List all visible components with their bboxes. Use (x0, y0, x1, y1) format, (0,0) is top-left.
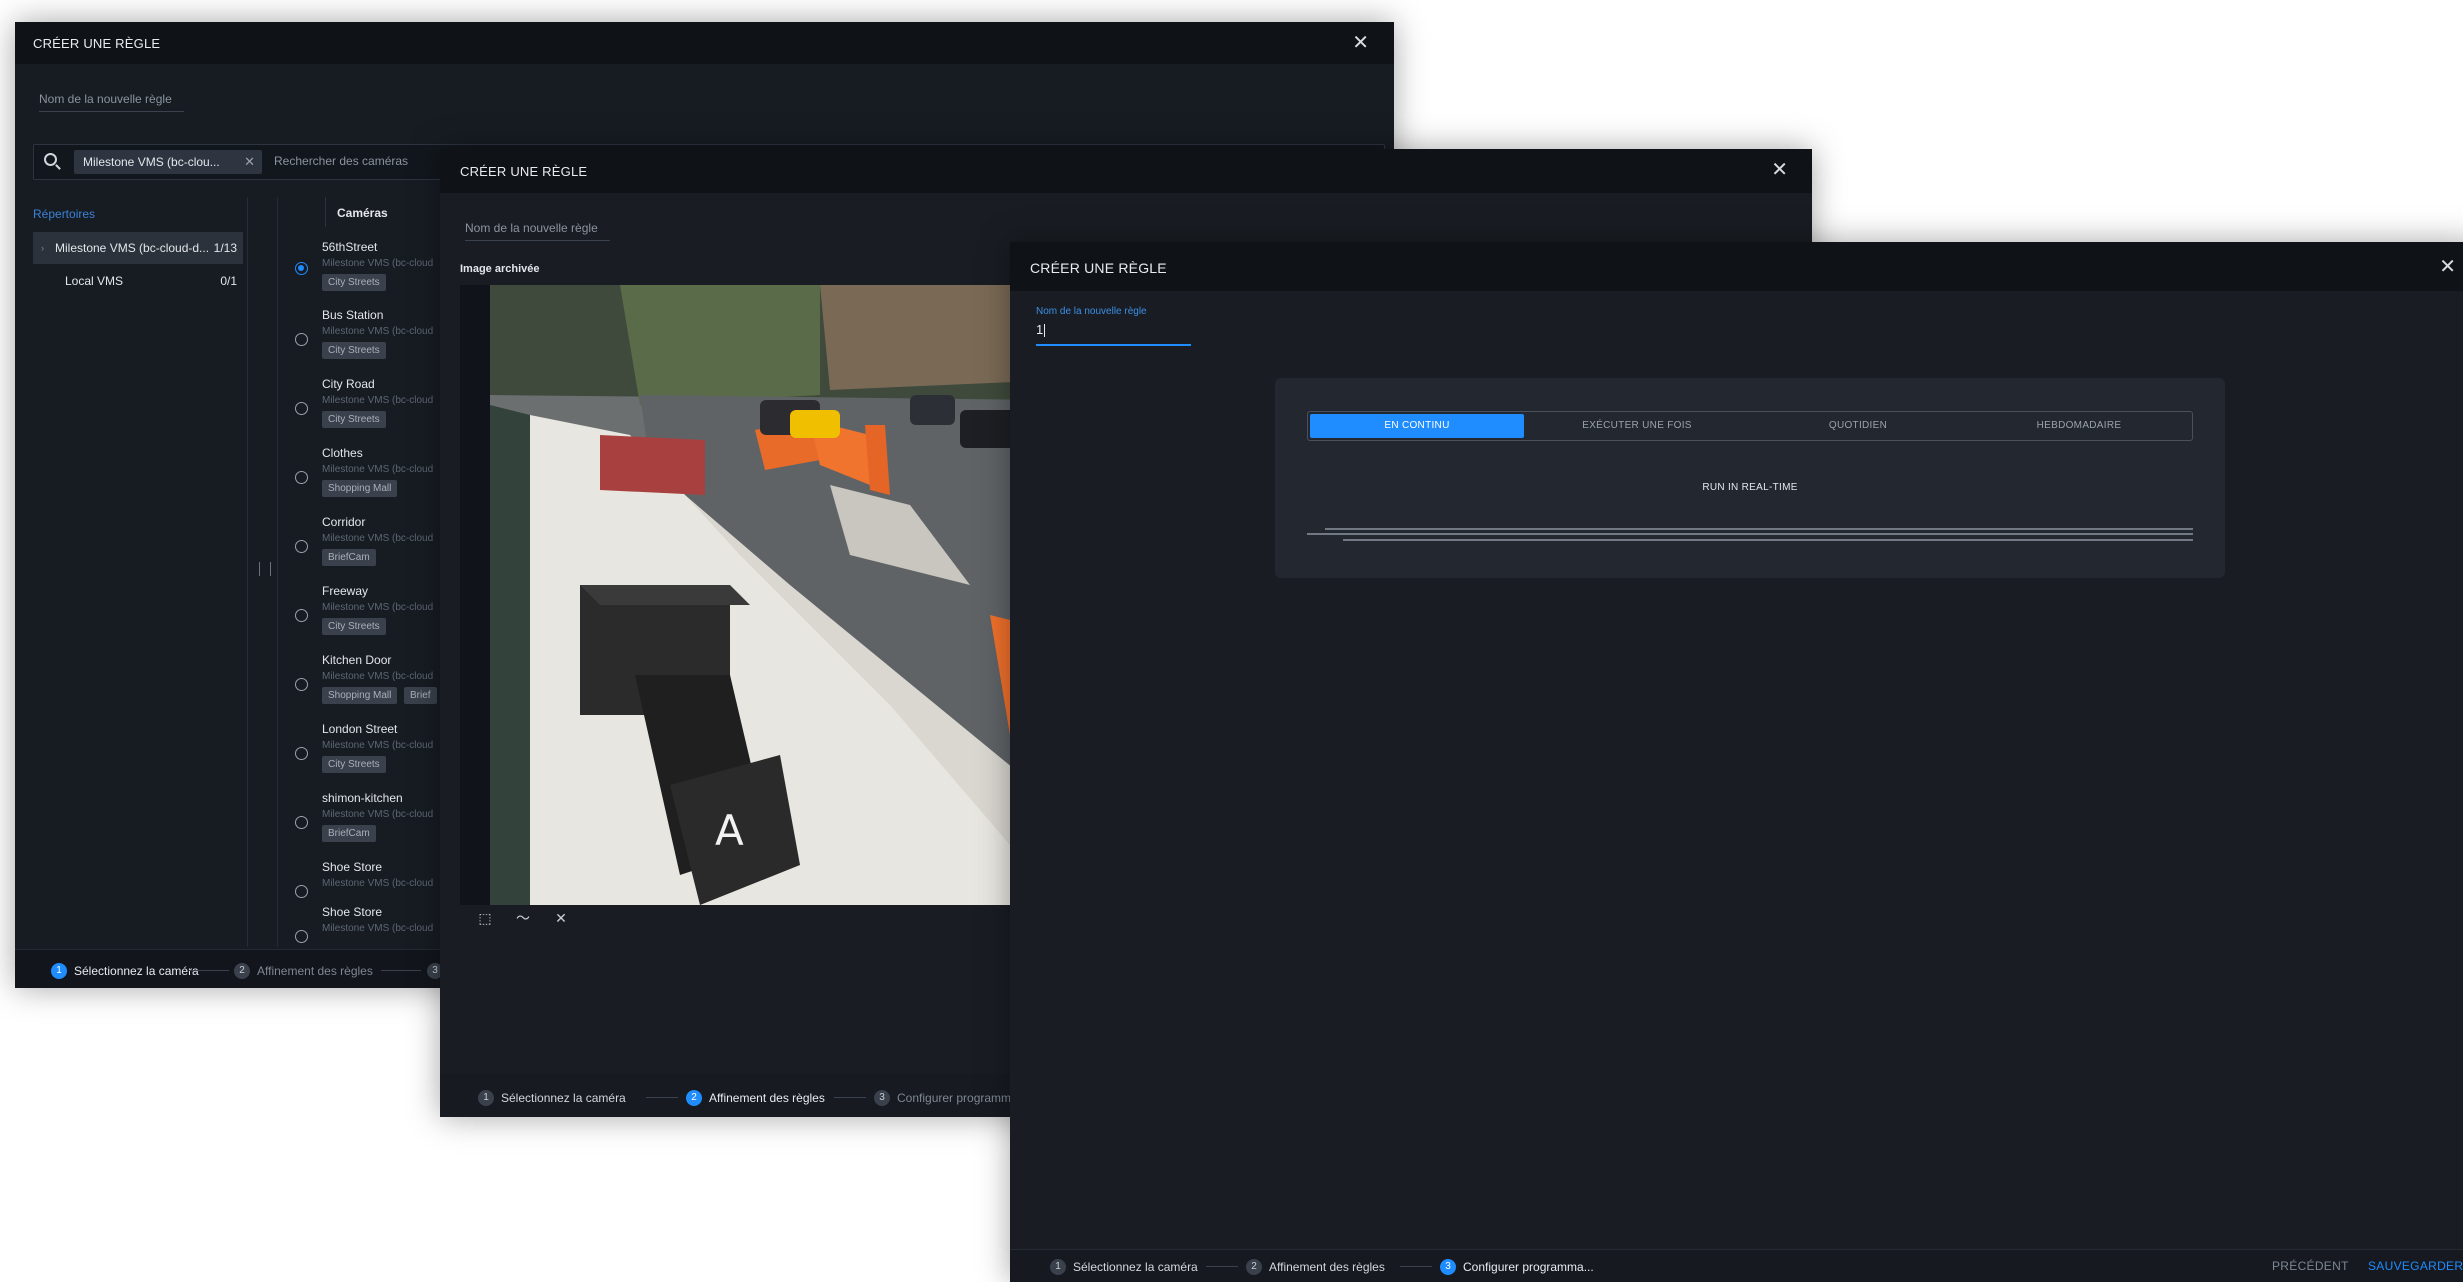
sidebar-item-count: 1/13 (213, 241, 237, 255)
camera-source: Milestone VMS (bc-cloud (322, 602, 434, 613)
camera-tag: City Streets (322, 411, 386, 428)
sidebar-item-label: Local VMS (65, 274, 124, 288)
camera-name: Bus Station (322, 308, 384, 322)
sidebar-item-label: Milestone VMS (bc-cloud-d... (55, 241, 210, 255)
dialog-title: CRÉER UNE RÈGLE (460, 164, 588, 179)
close-icon[interactable]: ✕ (2439, 257, 2456, 277)
sidebar-item-milestone-vms[interactable]: › Milestone VMS (bc-cloud-d... 1/13 (33, 232, 243, 264)
camera-radio-button[interactable] (295, 816, 308, 829)
camera-radio-button[interactable] (295, 333, 308, 346)
camera-name: Shoe Store (322, 905, 383, 919)
step-select-camera: 1 Sélectionnez la caméra (1050, 1256, 1198, 1276)
camera-source: Milestone VMS (bc-cloud (322, 671, 434, 682)
camera-radio-button[interactable] (295, 609, 308, 622)
crossing-tool-icon[interactable]: ✕ (552, 909, 570, 927)
archived-image-label: Image archivée (460, 263, 540, 275)
rule-name-field[interactable]: Nom de la nouvelle règle (39, 92, 184, 112)
option-run-once[interactable]: EXÉCUTER UNE FOIS (1530, 414, 1744, 438)
camera-source: Milestone VMS (bc-cloud (322, 809, 434, 820)
step-configure-schedule: 3 Configurer programma... (874, 1087, 1028, 1107)
camera-tag: BriefCam (322, 549, 376, 566)
chip-label: Milestone VMS (bc-clou... (83, 155, 220, 169)
camera-radio-button[interactable] (295, 402, 308, 415)
camera-source: Milestone VMS (bc-cloud (322, 923, 434, 934)
camera-name: London Street (322, 722, 398, 736)
camera-tag: BriefCam (322, 825, 376, 842)
camera-tag: Shopping Mall (322, 480, 398, 497)
camera-name: Corridor (322, 515, 366, 529)
close-icon[interactable]: ✕ (1352, 33, 1369, 53)
dialog-header: CRÉER UNE RÈGLE ✕ (15, 22, 1394, 64)
camera-source: Milestone VMS (bc-cloud (322, 533, 434, 544)
camera-source: Milestone VMS (bc-cloud (322, 258, 434, 269)
cameras-column-header: Caméras (337, 206, 388, 220)
svg-text:A: A (715, 806, 744, 855)
close-icon[interactable]: ✕ (1771, 160, 1788, 180)
camera-source: Milestone VMS (bc-cloud (322, 395, 434, 406)
option-continuous[interactable]: EN CONTINU (1310, 414, 1524, 438)
sidebar-item-local-vms[interactable]: Local VMS 0/1 (33, 265, 243, 297)
create-rule-dialog-schedule: CRÉER UNE RÈGLE ✕ Nom de la nouvelle règ… (1010, 242, 2463, 1282)
camera-name: Freeway (322, 584, 369, 598)
camera-name: Clothes (322, 446, 363, 460)
timeline-bar (1343, 539, 2193, 541)
panel-resize-handle[interactable] (259, 562, 271, 576)
chevron-right-icon: › (41, 243, 44, 253)
schedule-card: EN CONTINU EXÉCUTER UNE FOIS QUOTIDIEN H… (1275, 378, 2225, 578)
directory-filter-chip[interactable]: Milestone VMS (bc-clou... ✕ (74, 150, 262, 174)
camera-tag: City Streets (322, 342, 386, 359)
schedule-type-selector: EN CONTINU EXÉCUTER UNE FOIS QUOTIDIEN H… (1307, 411, 2193, 441)
camera-name: Shoe Store (322, 860, 383, 874)
step-select-camera: 1 Sélectionnez la caméra (478, 1087, 626, 1107)
camera-name: City Road (322, 377, 375, 391)
step-refine-rules: 2 Affinement des règles (1246, 1256, 1385, 1276)
search-icon (44, 153, 57, 166)
camera-radio-button[interactable] (295, 540, 308, 553)
camera-radio-button[interactable] (295, 471, 308, 484)
timeline-bar (1325, 528, 2193, 530)
directories-heading: Répertoires (33, 207, 96, 221)
dialog-header: CRÉER UNE RÈGLE ✕ (1010, 242, 2463, 291)
camera-tag: City Streets (322, 274, 386, 291)
camera-tag: Shopping Mall (322, 687, 398, 704)
step-select-camera: 1 Sélectionnez la caméra (51, 960, 199, 980)
camera-name: 56thStreet (322, 240, 378, 254)
sidebar-item-count: 0/1 (220, 274, 237, 288)
polygon-tool-icon[interactable]: ⬚ (476, 909, 494, 927)
previous-button[interactable]: PRÉCÉDENT (2272, 1259, 2349, 1273)
camera-tag: Brief (404, 687, 437, 704)
step-refine-rules: 2 Affinement des règles (686, 1087, 825, 1107)
dialog-title: CRÉER UNE RÈGLE (33, 36, 161, 51)
line-tool-icon[interactable]: 〜 (514, 909, 532, 927)
camera-radio-button[interactable] (295, 747, 308, 760)
camera-source: Milestone VMS (bc-cloud (322, 464, 434, 475)
camera-tag: City Streets (322, 756, 386, 773)
camera-name: Kitchen Door (322, 653, 392, 667)
timeline-bar (1307, 533, 2193, 535)
rule-name-field[interactable]: Nom de la nouvelle règle (465, 221, 610, 241)
realtime-label: RUN IN REAL-TIME (1702, 482, 1798, 493)
camera-source: Milestone VMS (bc-cloud (322, 740, 434, 751)
rule-name-label: Nom de la nouvelle règle (1036, 306, 1147, 317)
camera-source: Milestone VMS (bc-cloud (322, 878, 434, 889)
wizard-footer: 1 Sélectionnez la caméra 2 Affinement des … (1010, 1249, 2463, 1282)
dialog-title: CRÉER UNE RÈGLE (1030, 260, 1167, 276)
camera-source: Milestone VMS (bc-cloud (322, 326, 434, 337)
directory-sidebar: Répertoires › Milestone VMS (bc-cloud-d.… (15, 197, 248, 947)
search-input[interactable]: Rechercher des caméras (274, 154, 408, 168)
step-configure-schedule: 3 Configurer programma... (1440, 1256, 1594, 1276)
option-daily[interactable]: QUOTIDIEN (1751, 414, 1965, 438)
camera-radio-button[interactable] (295, 262, 308, 275)
step-refine-rules: 2 Affinement des règles (234, 960, 373, 980)
save-button[interactable]: SAUVEGARDER (2368, 1259, 2463, 1273)
camera-radio-button[interactable] (295, 930, 308, 943)
camera-radio-button[interactable] (295, 678, 308, 691)
camera-tag: City Streets (322, 618, 386, 635)
dialog-header: CRÉER UNE RÈGLE ✕ (440, 149, 1812, 193)
rule-name-input[interactable]: 1 (1036, 322, 1191, 346)
camera-radio-button[interactable] (295, 885, 308, 898)
remove-chip-icon[interactable]: ✕ (244, 150, 255, 174)
option-weekly[interactable]: HEBDOMADAIRE (1972, 414, 2186, 438)
camera-name: shimon-kitchen (322, 791, 403, 805)
